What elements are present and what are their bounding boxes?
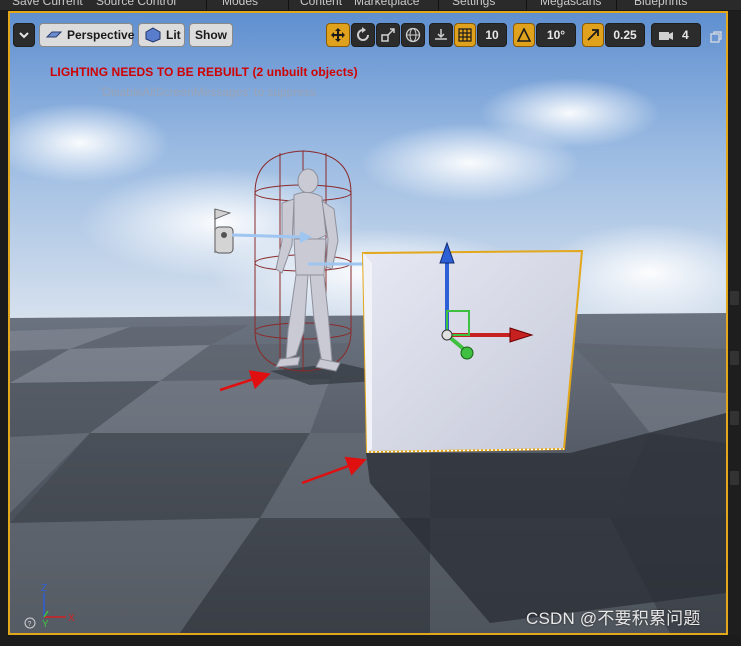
angle-icon	[516, 27, 532, 43]
lit-sphere-icon	[145, 27, 161, 43]
surface-snapping-button[interactable]	[429, 23, 453, 47]
move-arrows-icon	[330, 27, 346, 43]
scale-mode-button[interactable]	[376, 23, 400, 47]
grid-icon	[457, 27, 473, 43]
rotate-mode-button[interactable]	[351, 23, 375, 47]
axis-orientation-widget: ? Z X Y	[24, 583, 75, 629]
axis-label-y: Y	[42, 619, 49, 629]
chevron-down-icon	[16, 27, 32, 43]
camera-speed-button[interactable]: 4	[651, 23, 701, 47]
maximize-viewport-icon[interactable]	[710, 30, 722, 43]
show-label: Show	[195, 28, 227, 42]
menu-megascans[interactable]: Megascans	[540, 0, 601, 8]
viewport-options-button[interactable]	[13, 23, 35, 47]
lit-label: Lit	[166, 28, 181, 42]
perspective-icon	[46, 27, 62, 43]
top-menu-strip: Save Current Source Control Modes Conten…	[0, 0, 741, 10]
globe-icon	[405, 27, 421, 43]
camera-icon	[658, 27, 674, 43]
level-viewport[interactable]: Perspective Lit Show 10 10° 0.25 4 LIGHT…	[8, 11, 728, 635]
scroll-tick[interactable]	[730, 411, 739, 425]
menu-save-current[interactable]: Save Current	[12, 0, 83, 8]
menu-modes[interactable]: Modes	[222, 0, 258, 8]
rotation-snap-toggle[interactable]	[513, 23, 535, 47]
csdn-watermark: CSDN @不要积累问题	[526, 609, 701, 628]
translate-mode-button[interactable]	[326, 23, 350, 47]
scale-snap-toggle[interactable]	[582, 23, 604, 47]
grid-snap-toggle[interactable]	[454, 23, 476, 47]
player-start-direction-arrow	[231, 233, 301, 239]
camera-speed-value: 4	[682, 28, 689, 42]
divider	[206, 0, 207, 10]
divider	[526, 0, 527, 10]
view-mode-lit-button[interactable]: Lit	[138, 23, 185, 47]
menu-content[interactable]: Content	[300, 0, 342, 8]
menu-source-control[interactable]: Source Control	[96, 0, 176, 8]
scale-snap-arrow-icon	[585, 27, 601, 43]
menu-marketplace[interactable]: Marketplace	[354, 0, 419, 8]
scroll-tick[interactable]	[730, 291, 739, 305]
rotation-snap-value-dropdown[interactable]: 10°	[536, 23, 576, 47]
scale-snap-value: 0.25	[613, 28, 637, 42]
rotation-snap-value: 10°	[546, 28, 566, 42]
svg-text:?: ?	[28, 621, 32, 628]
lighting-rebuild-warning: LIGHTING NEEDS TO BE REBUILT (2 unbuilt …	[50, 65, 358, 79]
scale-icon	[380, 27, 396, 43]
scale-snap-value-dropdown[interactable]: 0.25	[605, 23, 645, 47]
perspective-button[interactable]: Perspective	[39, 23, 135, 47]
world-local-toggle-button[interactable]	[401, 23, 425, 47]
viewport-scene[interactable]	[10, 13, 726, 633]
scroll-tick[interactable]	[730, 351, 739, 365]
perspective-label: Perspective	[67, 28, 135, 42]
show-flags-button[interactable]: Show	[189, 23, 233, 47]
divider	[438, 0, 439, 10]
grid-snap-value: 10	[485, 28, 499, 42]
axis-label-z: Z	[41, 583, 47, 594]
rotate-icon	[355, 27, 371, 43]
bottom-gutter	[0, 635, 741, 646]
axis-label-x: X	[68, 613, 75, 624]
divider	[616, 0, 617, 10]
details-panel-edge	[728, 11, 741, 646]
left-gutter	[0, 11, 8, 635]
suppress-messages-hint: 'DisableAllScreenMessages' to suppress	[100, 85, 317, 99]
menu-blueprints[interactable]: Blueprints	[634, 0, 687, 8]
divider	[288, 0, 289, 10]
grid-snap-value-dropdown[interactable]: 10	[477, 23, 507, 47]
scroll-tick[interactable]	[730, 471, 739, 485]
surface-snap-icon	[433, 27, 449, 43]
menu-settings[interactable]: Settings	[452, 0, 495, 8]
